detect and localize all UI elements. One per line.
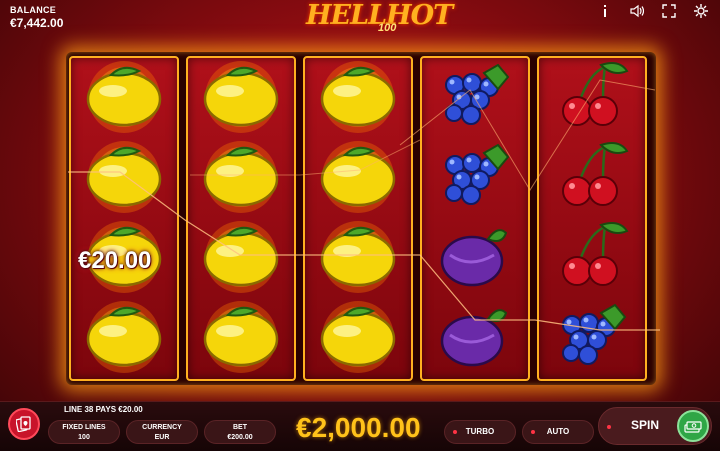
currency-display: CURRENCY EUR [126, 420, 198, 444]
currency-label: CURRENCY [142, 424, 182, 431]
fullscreen-icon[interactable] [662, 4, 676, 18]
turbo-toggle[interactable]: TURBO [444, 420, 516, 444]
lemon-symbol [188, 215, 294, 295]
lemon-symbol [305, 135, 411, 215]
spin-label: SPIN [631, 418, 660, 432]
cherry-symbol [539, 135, 645, 215]
total-win: €2,000.00 [296, 412, 421, 443]
settings-icon[interactable] [694, 4, 708, 18]
currency-value: EUR [154, 434, 170, 441]
lemon-symbol [188, 135, 294, 215]
fixed-lines-display: FIXED LINES 100 [48, 420, 120, 444]
lemon-symbol [305, 55, 411, 135]
spin-indicator [607, 425, 611, 429]
line-pays-text: LINE 38 PAYS €20.00 [64, 405, 143, 414]
plum-symbol [422, 295, 528, 375]
logo-subtitle: 100 [378, 22, 397, 34]
cherry-symbol [539, 55, 645, 135]
lemon-symbol [188, 295, 294, 375]
lemon-symbol [188, 55, 294, 135]
sound-icon[interactable] [630, 4, 645, 18]
grapes-symbol [422, 135, 528, 215]
control-bar: LINE 38 PAYS €20.00 FIXED LINES 100 CURR… [0, 401, 720, 451]
lemon-symbol [305, 295, 411, 375]
fixed-lines-label: FIXED LINES [62, 424, 106, 431]
turbo-label: TURBO [465, 427, 495, 436]
bet-label: BET [233, 424, 247, 431]
lemon-symbol [71, 135, 177, 215]
spin-button[interactable]: SPIN [598, 407, 712, 445]
grapes-symbol [539, 295, 645, 375]
game-logo: HELLHOT 100 [300, 0, 453, 36]
lemon-symbol [305, 215, 411, 295]
grapes-symbol [422, 55, 528, 135]
auto-label: AUTO [546, 427, 570, 436]
top-icons [598, 4, 708, 18]
top-bar: BALANCE €7,442.00 HELLHOT 100 [0, 0, 720, 40]
menu-button[interactable] [8, 408, 40, 440]
money-icon [677, 410, 709, 442]
balance-value: €7,442.00 [10, 16, 64, 30]
lemon-symbol [71, 295, 177, 375]
lemon-symbol [71, 55, 177, 135]
cherry-symbol [539, 215, 645, 295]
fixed-lines-value: 100 [78, 434, 90, 441]
plum-symbol [422, 215, 528, 295]
bet-value: €200.00 [227, 434, 253, 441]
auto-toggle[interactable]: AUTO [522, 420, 594, 444]
win-amount-overlay: €20.00 [78, 247, 152, 274]
balance-label: BALANCE [10, 5, 57, 15]
cards-icon [16, 416, 31, 432]
info-icon[interactable] [598, 4, 612, 18]
bet-selector[interactable]: BET €200.00 [204, 420, 276, 444]
